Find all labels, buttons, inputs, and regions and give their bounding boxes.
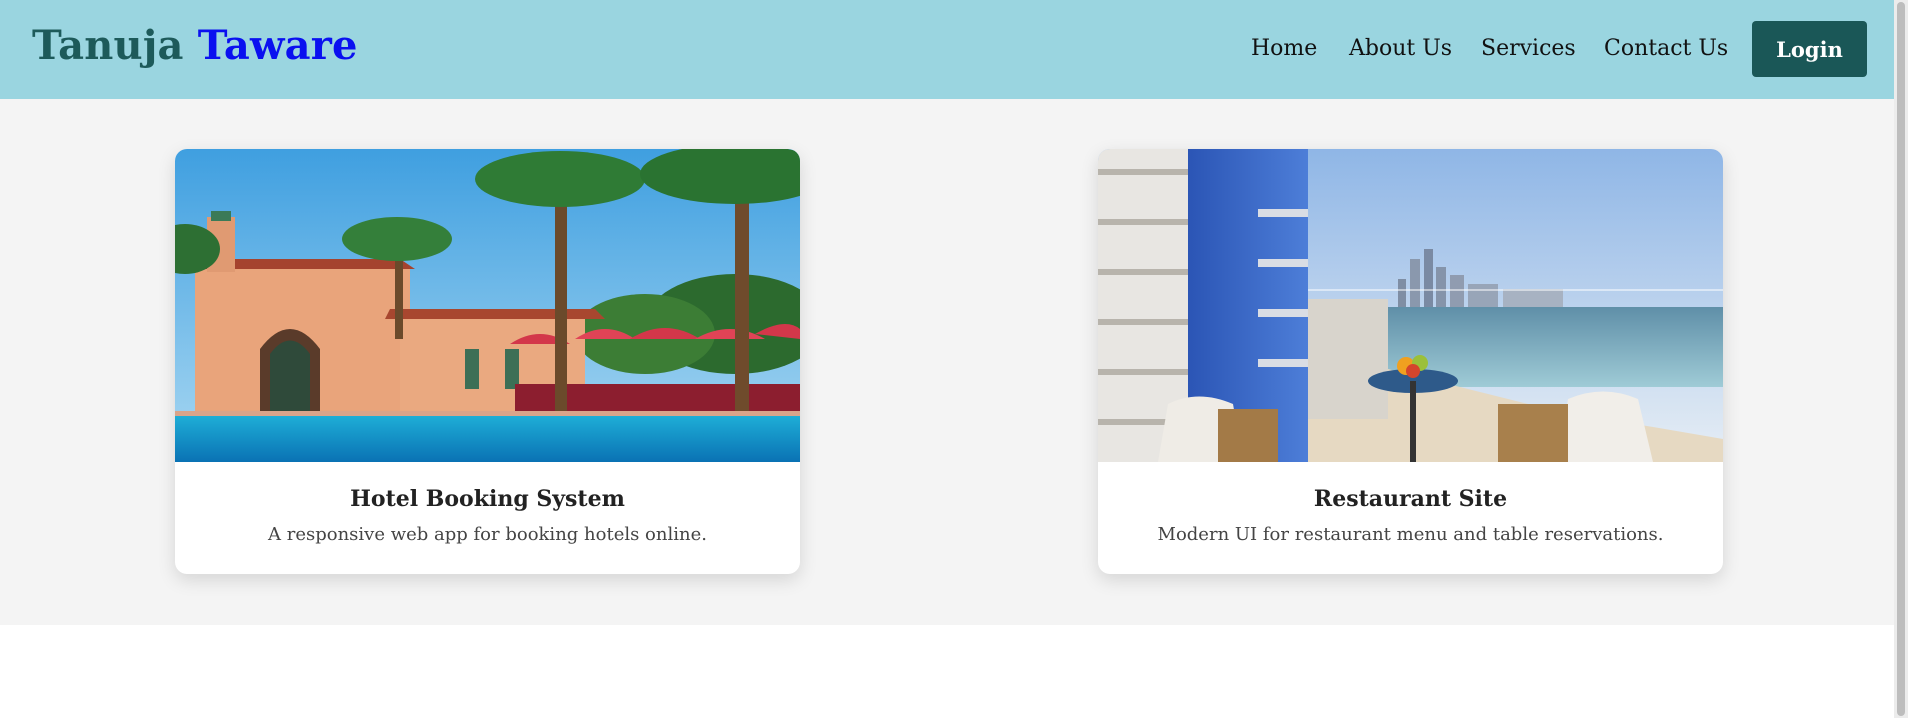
project-image-hotel bbox=[175, 149, 800, 462]
brand-first-name: Tanuja bbox=[32, 22, 184, 69]
nav-contact-us[interactable]: Contact Us bbox=[1604, 36, 1728, 61]
nav-services[interactable]: Services bbox=[1481, 36, 1576, 61]
project-description: A responsive web app for booking hotels … bbox=[268, 524, 707, 545]
project-title: Restaurant Site bbox=[1313, 486, 1508, 512]
login-button[interactable]: Login bbox=[1752, 21, 1867, 77]
project-description: Modern UI for restaurant menu and table … bbox=[1157, 524, 1664, 545]
navbar: Tanuja Taware Home About Us Services Con… bbox=[0, 0, 1908, 99]
project-image-restaurant bbox=[1098, 149, 1723, 462]
projects-section: Hotel Booking System A responsive web ap… bbox=[0, 99, 1908, 625]
project-card-hotel[interactable]: Hotel Booking System A responsive web ap… bbox=[175, 149, 800, 574]
project-title: Hotel Booking System bbox=[350, 486, 625, 512]
page-scrollbar[interactable] bbox=[1894, 0, 1908, 718]
brand-last-name: Taware bbox=[197, 22, 358, 69]
nav-home[interactable]: Home bbox=[1251, 36, 1317, 61]
brand-logo[interactable]: Tanuja Taware bbox=[32, 22, 358, 69]
scrollbar-thumb[interactable] bbox=[1897, 2, 1905, 716]
project-card-restaurant[interactable]: Restaurant Site Modern UI for restaurant… bbox=[1098, 149, 1723, 574]
nav-about-us[interactable]: About Us bbox=[1349, 36, 1452, 61]
